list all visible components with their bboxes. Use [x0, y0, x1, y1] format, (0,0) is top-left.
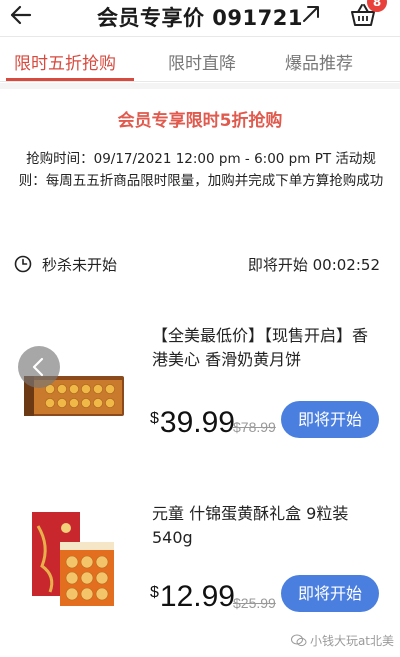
tab-bar: 限时五折抢购 限时直降 爆品推荐	[0, 36, 400, 82]
countdown-timer: 即将开始 00:02:52	[247, 256, 380, 274]
original-price: $78.99	[233, 419, 276, 435]
wechat-icon	[290, 634, 307, 647]
product-card[interactable]: 元童 什锦蛋黄酥礼盒 9粒装 540g $12.99 $25.99 即将开始	[0, 500, 400, 650]
tab-hot-recommendations[interactable]: 爆品推荐	[285, 49, 353, 74]
sale-price: $12.99	[150, 580, 235, 613]
clock-icon	[14, 255, 32, 273]
tab-limited-price-drop[interactable]: 限时直降	[168, 49, 236, 74]
watermark: 小钱大玩at北美	[290, 632, 394, 649]
product-name[interactable]: 元童 什锦蛋黄酥礼盒 9粒装 540g	[152, 502, 380, 550]
promo-title: 会员专享限时5折抢购	[117, 111, 283, 131]
flash-sale-status: 秒杀未开始 即将开始 00:02:52	[0, 252, 400, 276]
top-bar: 会员专享价 091721 8	[0, 0, 400, 36]
sale-not-started-label: 秒杀未开始	[42, 256, 118, 274]
share-arrow-icon[interactable]	[299, 2, 323, 26]
tab-half-price-flash-sale[interactable]: 限时五折抢购	[14, 49, 116, 74]
original-price: $25.99	[233, 595, 276, 611]
carousel-prev-button[interactable]	[18, 346, 60, 388]
coming-soon-button[interactable]: 即将开始	[281, 401, 379, 438]
coming-soon-button[interactable]: 即将开始	[281, 575, 379, 612]
section-divider	[0, 83, 400, 89]
page-title: 会员专享价 091721	[97, 6, 303, 30]
active-tab-indicator	[6, 78, 134, 81]
product-name[interactable]: 【全美最低价】【现售开启】香港美心 香滑奶黄月饼	[152, 324, 380, 372]
promo-description: 抢购时间：09/17/2021 12:00 pm - 6:00 pm PT 活动…	[18, 151, 384, 189]
egg-yolk-pastry-box-image	[32, 512, 114, 606]
sale-price: $39.99	[150, 406, 235, 439]
product-card[interactable]: 【全美最低价】【现售开启】香港美心 香滑奶黄月饼 $39.99 $78.99 即…	[0, 322, 400, 472]
chevron-left-icon	[32, 357, 44, 377]
